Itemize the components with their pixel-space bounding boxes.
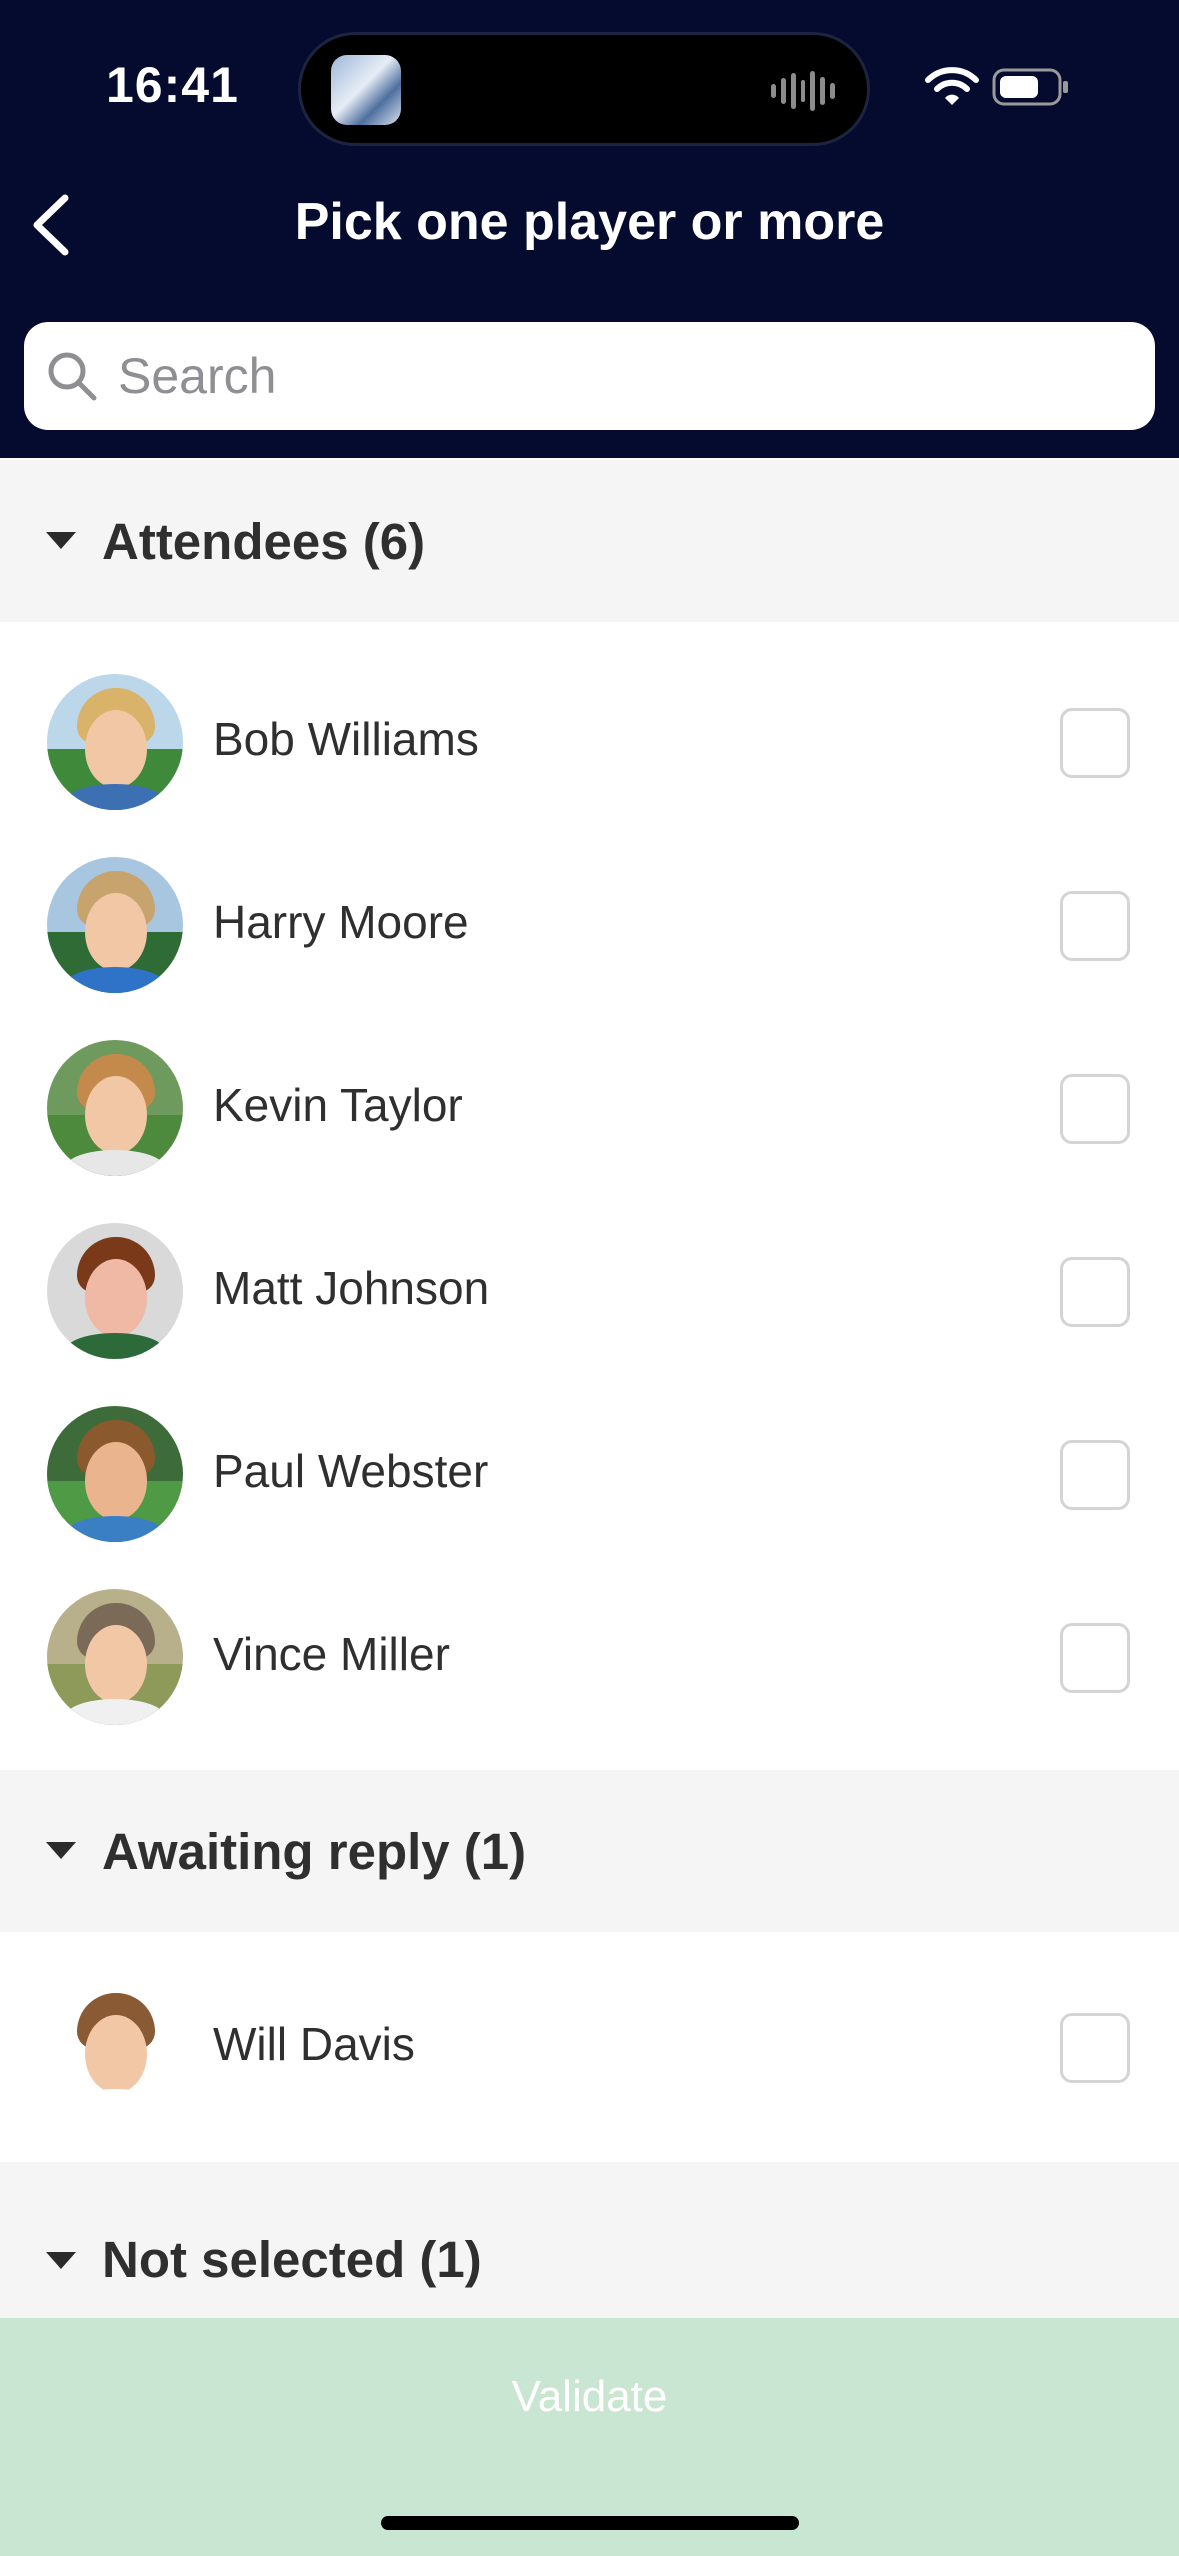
player-name: Bob Williams: [213, 713, 479, 765]
player-avatar: [47, 674, 183, 810]
player-avatar: [47, 1979, 183, 2115]
search-icon: [48, 352, 97, 401]
player-name: Will Davis: [213, 2018, 415, 2070]
home-indicator[interactable]: [381, 2516, 799, 2530]
player-row[interactable]: Kevin Taylor: [0, 1016, 1179, 1199]
header-bar: 16:41 Pick one player or more: [0, 0, 1179, 458]
section-label: Awaiting reply (1): [102, 1823, 527, 1880]
wifi-icon: [925, 67, 979, 105]
app-thumbnail-icon: [331, 55, 401, 125]
section-label: Attendees (6): [102, 513, 426, 570]
section-header-awaiting-reply[interactable]: Awaiting reply (1): [0, 1770, 1179, 1932]
player-row[interactable]: Harry Moore: [0, 833, 1179, 1016]
player-checkbox[interactable]: [1060, 1074, 1130, 1144]
player-name: Matt Johnson: [213, 1262, 490, 1314]
section-header-attendees[interactable]: Attendees (6): [0, 460, 1179, 622]
caret-down-icon: [46, 2252, 76, 2269]
player-row[interactable]: Matt Johnson: [0, 1199, 1179, 1382]
section-header-not-selected[interactable]: Not selected (1): [0, 2162, 1179, 2318]
page-title: Pick one player or more: [294, 193, 885, 251]
player-avatar: [47, 1040, 183, 1176]
player-name: Paul Webster: [213, 1445, 489, 1497]
player-checkbox[interactable]: [1060, 708, 1130, 778]
player-name: Vince Miller: [213, 1628, 450, 1680]
player-avatar: [47, 1589, 183, 1725]
player-row[interactable]: Will Davis: [0, 1955, 1179, 2138]
caret-down-icon: [46, 1842, 76, 1859]
player-checkbox[interactable]: [1060, 1257, 1130, 1327]
player-row[interactable]: Paul Webster: [0, 1382, 1179, 1565]
player-name: Harry Moore: [213, 896, 469, 948]
player-avatar: [47, 1223, 183, 1359]
player-checkbox[interactable]: [1060, 2013, 1130, 2083]
search-input[interactable]: [118, 340, 1118, 412]
status-time: 16:41: [106, 57, 239, 113]
player-row[interactable]: Bob Williams: [0, 650, 1179, 833]
validate-button[interactable]: Validate: [0, 2318, 1179, 2556]
player-avatar: [47, 857, 183, 993]
section-label: Not selected (1): [102, 2231, 482, 2288]
player-row[interactable]: Vince Miller: [0, 1565, 1179, 1748]
validate-label: Validate: [511, 2372, 668, 2421]
search-bar[interactable]: [24, 322, 1155, 430]
player-checkbox[interactable]: [1060, 1623, 1130, 1693]
player-checkbox[interactable]: [1060, 1440, 1130, 1510]
caret-down-icon: [46, 532, 76, 549]
battery-icon: [992, 68, 1068, 106]
player-checkbox[interactable]: [1060, 891, 1130, 961]
player-name: Kevin Taylor: [213, 1079, 463, 1131]
player-avatar: [47, 1406, 183, 1542]
audio-waveform-icon: [771, 67, 836, 115]
dynamic-island[interactable]: [298, 32, 870, 146]
